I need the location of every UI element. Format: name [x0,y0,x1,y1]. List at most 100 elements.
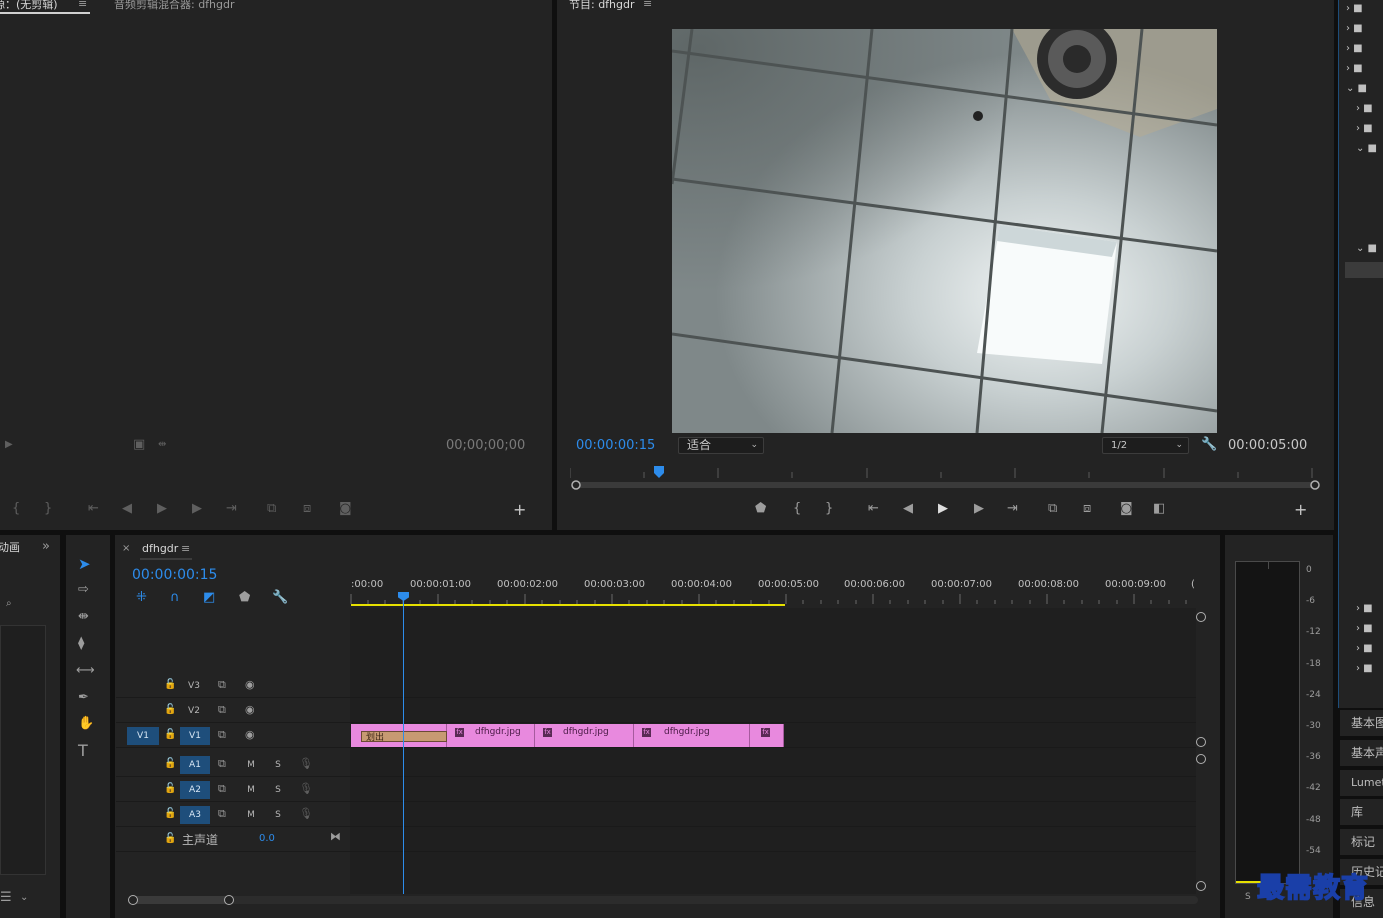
mark-out-icon[interactable]: } [825,502,833,516]
lock-icon[interactable]: 🔓 [164,728,176,742]
step-back-icon[interactable]: ◀ [903,502,913,516]
horizontal-scrollbar[interactable] [128,895,1198,905]
insert-icon[interactable]: ⧉ [267,502,276,516]
mute-button[interactable]: M [244,806,258,824]
go-to-out-icon[interactable]: ⇥ [1007,502,1018,516]
tree-chevron-right-icon[interactable]: › ■ [1356,603,1373,614]
timeline-clip[interactable]: fx dfhgdr.jpg [447,724,535,747]
tree-chevron-right-icon[interactable]: › ■ [1346,3,1363,14]
track-label-v2[interactable]: V2 [182,702,206,720]
panel-button-essential-sound[interactable]: 基本声 [1340,740,1383,766]
scroll-handle-left[interactable] [128,895,138,905]
scroll-handle-right[interactable] [224,895,234,905]
tree-chevron-right-icon[interactable]: › ■ [1346,63,1363,74]
go-to-end-icon[interactable]: ⧓ [330,830,341,844]
play-icon[interactable]: ▶ [157,502,167,516]
tab-source-monitor[interactable]: 源：(无剪辑) [0,0,58,12]
track-row-a2[interactable]: 🔓 A2 ⧉ M S 🎙 [116,778,1196,802]
export-frame-icon[interactable]: ◙ [1120,502,1133,516]
track-label-a1[interactable]: A1 [180,756,210,774]
add-button-icon[interactable]: + [513,502,526,518]
timeline-clip[interactable]: 划出 [351,724,447,747]
go-to-in-icon[interactable]: ⇤ [88,502,99,516]
lock-icon[interactable]: 🔓 [164,678,176,692]
vertical-scroll-handle[interactable] [1196,754,1206,764]
lock-icon[interactable]: 🔓 [164,807,176,821]
step-forward-icon[interactable]: ▶ [192,502,202,516]
tree-chevron-right-icon[interactable]: › ■ [1356,663,1373,674]
tree-chevron-right-icon[interactable]: › ■ [1356,623,1373,634]
selected-tree-row[interactable] [1345,262,1383,278]
step-back-icon[interactable]: ◀ [122,502,132,516]
menu-icon[interactable]: ≡ [78,0,87,11]
sync-lock-icon[interactable]: ⧉ [218,782,226,796]
tree-chevron-right-icon[interactable]: › ■ [1346,23,1363,34]
timeline-clip[interactable]: fx dfhgdr.jpg [634,724,750,747]
mute-button[interactable]: M [244,781,258,799]
solo-button[interactable]: S [271,756,285,774]
sync-lock-icon[interactable]: ⧉ [218,703,226,717]
sync-lock-icon[interactable]: ⧉ [218,728,226,742]
project-list-area[interactable] [0,625,46,875]
microphone-icon[interactable]: 🎙 [299,807,313,821]
tab-program-monitor[interactable]: 节目: dfhgdr [569,0,635,12]
tree-chevron-right-icon[interactable]: › ■ [1346,43,1363,54]
panel-button-markers[interactable]: 标记 [1340,829,1383,855]
play-icon[interactable]: ▶ [938,502,948,516]
lock-icon[interactable]: 🔓 [164,832,176,846]
microphone-icon[interactable]: 🎙 [299,757,313,771]
linked-selection-icon[interactable]: ◩ [203,591,215,605]
add-button-icon[interactable]: + [1294,502,1307,518]
transition-cross-dissolve[interactable]: 划出 [361,731,447,743]
go-to-in-icon[interactable]: ⇤ [868,502,879,516]
tree-chevron-down-icon[interactable]: ⌄ ■ [1346,83,1367,94]
track-label-v3[interactable]: V3 [182,677,206,695]
meter-solo-button[interactable]: S [1245,892,1251,902]
type-tool-icon[interactable]: T [78,743,88,759]
timeline-settings-wrench-icon[interactable]: 🔧 [272,591,288,605]
microphone-icon[interactable]: 🎙 [299,782,313,796]
vertical-scroll-handle[interactable] [1196,737,1206,747]
wrench-icon[interactable]: 🔧 [1201,438,1217,452]
sync-lock-icon[interactable]: ⧉ [218,757,226,771]
track-label-v1[interactable]: V1 [180,727,210,745]
timeline-clip[interactable]: fx [750,724,784,747]
lock-icon[interactable]: 🔓 [164,782,176,796]
snap-magnet-icon[interactable]: ∩ [170,591,180,605]
extract-icon[interactable]: ⧈ [1083,502,1091,516]
program-time-ruler[interactable] [569,464,1322,494]
export-frame-icon[interactable]: ◙ [339,502,352,516]
playback-resolution-select[interactable]: 1/2 ⌄ [1102,437,1189,454]
playhead-line[interactable] [403,596,404,894]
solo-button[interactable]: S [271,781,285,799]
add-marker-icon[interactable]: ⬟ [755,502,766,516]
mark-in-icon[interactable]: { [793,502,801,516]
clip-drag-video-icon[interactable]: ▣ [133,438,145,452]
track-row-a1[interactable]: 🔓 A1 ⧉ M S 🎙 [116,753,1196,777]
step-forward-icon[interactable]: ▶ [974,502,984,516]
track-row-v3[interactable]: 🔓 V3 ⧉ ◉ [116,674,1196,698]
source-patch-v1[interactable]: V1 [127,727,159,745]
menu-icon[interactable]: ≡ [643,0,652,11]
eye-icon[interactable]: ◉ [245,703,255,717]
track-label-a2[interactable]: A2 [180,781,210,799]
panel-button-lumetri[interactable]: Lumet [1340,770,1383,796]
timeline-ruler[interactable] [350,572,1198,608]
tab-sequence[interactable]: dfhgdr [142,542,178,555]
lock-icon[interactable]: 🔓 [164,757,176,771]
track-row-a3[interactable]: 🔓 A3 ⧉ M S 🎙 [116,803,1196,827]
panel-button-libraries[interactable]: 库 [1340,799,1383,825]
ripple-edit-tool-icon[interactable]: ⇼ [78,610,89,624]
timeline-clip[interactable]: fx dfhgdr.jpg [535,724,634,747]
tree-chevron-right-icon[interactable]: › ■ [1356,103,1373,114]
menu-icon[interactable]: ≡ [181,542,190,556]
solo-button[interactable]: S [271,806,285,824]
vertical-scroll-handle[interactable] [1196,612,1206,622]
mark-in-icon[interactable]: { [12,502,20,516]
lock-icon[interactable]: 🔓 [164,703,176,717]
panel-button-essential-graphics[interactable]: 基本图 [1340,710,1383,736]
hand-tool-icon[interactable]: ✋ [78,717,94,731]
eye-icon[interactable]: ◉ [245,728,255,742]
track-select-tool-icon[interactable]: ⇨ [78,583,89,597]
tab-project-partial[interactable]: 动画 [0,539,20,555]
